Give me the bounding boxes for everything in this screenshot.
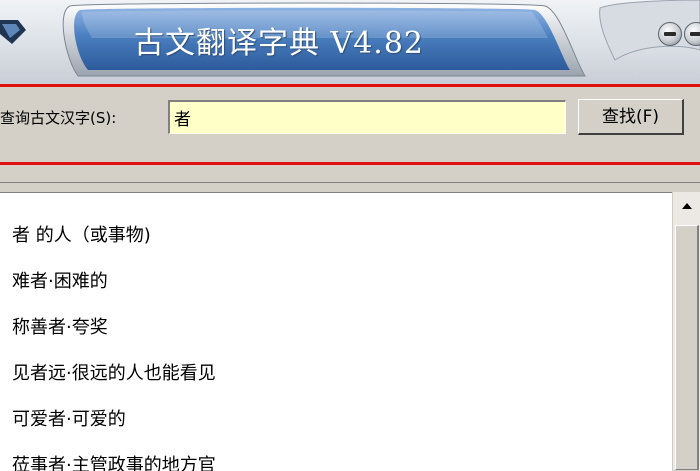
search-input[interactable] bbox=[168, 100, 566, 134]
scroll-thumb[interactable] bbox=[675, 225, 699, 470]
accent-divider-bottom bbox=[0, 162, 700, 165]
list-item[interactable]: 可爱者·可爱的 bbox=[12, 405, 126, 431]
app-title: 古文翻译字典 V4.82 bbox=[134, 26, 424, 61]
scroll-up-button[interactable] bbox=[673, 192, 700, 222]
minimize-icon bbox=[664, 32, 676, 36]
list-item[interactable]: 见者远·很远的人也能看见 bbox=[12, 359, 216, 385]
arrow-up-icon bbox=[682, 203, 692, 209]
title-bar[interactable]: 古文翻译字典 V4.82 bbox=[0, 0, 700, 84]
list-item[interactable]: 者 的人（或事物) bbox=[12, 221, 151, 247]
close-icon bbox=[690, 32, 700, 36]
accent-divider-top bbox=[0, 84, 700, 87]
section-separator bbox=[0, 168, 700, 183]
results-scrollbar[interactable] bbox=[672, 192, 700, 470]
results-list[interactable]: 者 的人（或事物) 难者·困难的 称善者·夸奖 见者远·很远的人也能看见 可爱者… bbox=[0, 192, 672, 471]
search-label: 查询古文汉字(S): bbox=[0, 109, 117, 127]
search-button[interactable]: 查找(F) bbox=[578, 99, 684, 135]
minimize-button[interactable] bbox=[658, 22, 682, 46]
list-item[interactable]: 称善者·夸奖 bbox=[12, 313, 108, 339]
list-item[interactable]: 莅事者·主管政事的地方官 bbox=[12, 451, 216, 471]
list-item[interactable]: 难者·困难的 bbox=[12, 267, 108, 293]
app-logo-icon bbox=[0, 20, 26, 44]
